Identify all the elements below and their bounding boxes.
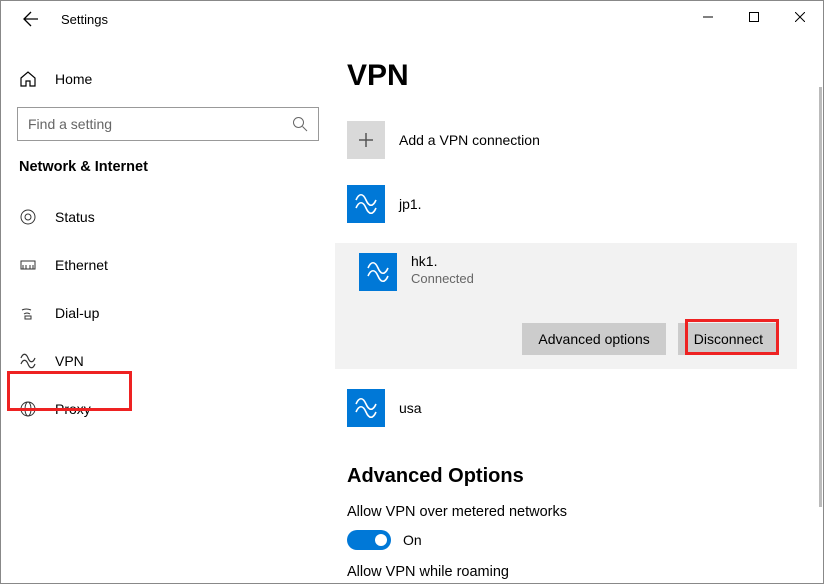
sidebar-item-label: Proxy	[55, 401, 91, 417]
vpn-status: Connected	[411, 271, 474, 286]
sidebar-home[interactable]: Home	[1, 59, 335, 99]
window-title: Settings	[61, 12, 108, 27]
status-icon	[19, 208, 37, 226]
vpn-icon	[19, 352, 37, 370]
sidebar-item-vpn[interactable]: VPN	[1, 337, 335, 385]
opt-metered-toggle[interactable]	[347, 530, 391, 550]
plus-tile	[347, 121, 385, 159]
search-input[interactable]: Find a setting	[17, 107, 319, 141]
sidebar-item-dialup[interactable]: Dial-up	[1, 289, 335, 337]
close-button[interactable]	[777, 1, 823, 33]
vpn-icon	[365, 259, 391, 285]
search-container: Find a setting	[17, 107, 319, 141]
search-placeholder: Find a setting	[28, 116, 112, 132]
dialup-icon	[19, 304, 37, 322]
minimize-icon	[703, 12, 713, 22]
advanced-options-heading: Advanced Options	[347, 465, 797, 488]
maximize-icon	[749, 12, 759, 22]
close-icon	[795, 12, 805, 22]
advanced-options-button[interactable]: Advanced options	[522, 323, 665, 355]
sidebar-item-label: VPN	[55, 353, 84, 369]
advanced-options-section: Advanced Options Allow VPN over metered …	[347, 465, 797, 580]
vpn-connection-usa[interactable]: usa	[347, 383, 797, 433]
vpn-icon	[353, 191, 379, 217]
sidebar-item-proxy[interactable]: Proxy	[1, 385, 335, 433]
vpn-name: jp1.	[399, 196, 422, 212]
vpn-tile	[347, 389, 385, 427]
ethernet-icon	[19, 256, 37, 274]
vpn-tile	[347, 185, 385, 223]
sidebar-list: Status Ethernet Dial-up VPN Proxy	[1, 193, 335, 433]
home-icon	[19, 70, 37, 88]
scrollbar[interactable]	[819, 87, 822, 507]
window-controls	[685, 1, 823, 33]
sidebar-item-label: Ethernet	[55, 257, 108, 273]
sidebar-item-label: Dial-up	[55, 305, 99, 321]
vpn-connection-hk1[interactable]: hk1. Connected Advanced options Disconne…	[335, 243, 797, 369]
sidebar-category: Network & Internet	[1, 159, 335, 175]
vpn-name: usa	[399, 400, 422, 416]
titlebar: Settings	[1, 1, 823, 37]
vpn-icon	[353, 395, 379, 421]
opt-metered-label: Allow VPN over metered networks	[347, 504, 797, 520]
add-vpn-button[interactable]: Add a VPN connection	[347, 115, 797, 165]
vpn-tile	[359, 253, 397, 291]
add-vpn-label: Add a VPN connection	[399, 132, 540, 148]
sidebar: Home Find a setting Network & Internet S…	[1, 37, 335, 583]
sidebar-item-ethernet[interactable]: Ethernet	[1, 241, 335, 289]
back-button[interactable]	[9, 1, 53, 37]
vpn-actions: Advanced options Disconnect	[347, 323, 785, 355]
maximize-button[interactable]	[731, 1, 777, 33]
vpn-name: hk1.	[411, 253, 474, 269]
minimize-button[interactable]	[685, 1, 731, 33]
arrow-left-icon	[23, 11, 39, 27]
disconnect-button[interactable]: Disconnect	[678, 323, 779, 355]
main-content: VPN Add a VPN connection jp1.	[335, 37, 823, 583]
plus-icon	[357, 131, 375, 149]
page-title: VPN	[347, 59, 823, 93]
proxy-icon	[19, 400, 37, 418]
vpn-list: Add a VPN connection jp1. hk1. Connected	[347, 115, 797, 580]
sidebar-home-label: Home	[55, 71, 92, 87]
sidebar-item-label: Status	[55, 209, 95, 225]
sidebar-item-status[interactable]: Status	[1, 193, 335, 241]
vpn-connection-jp1[interactable]: jp1.	[347, 179, 797, 229]
opt-metered-state: On	[403, 532, 422, 548]
opt-roaming-label: Allow VPN while roaming	[347, 564, 797, 580]
search-icon	[292, 116, 308, 132]
